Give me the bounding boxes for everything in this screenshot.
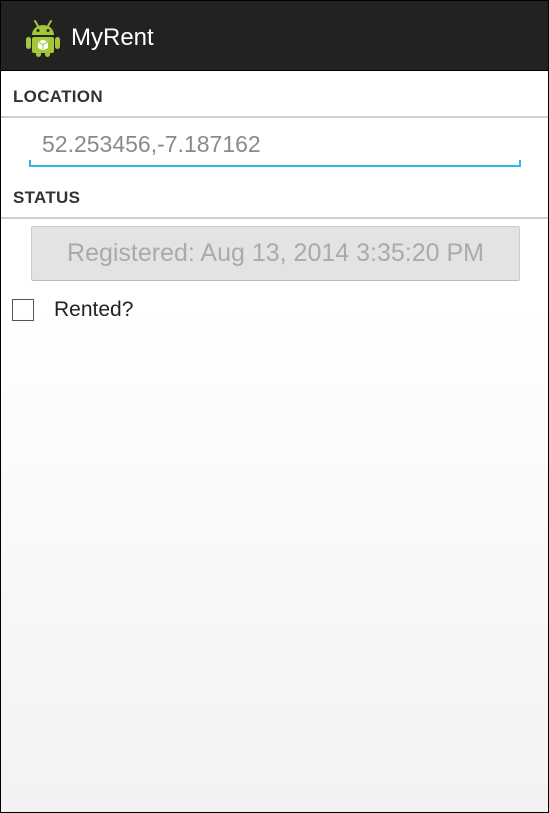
action-bar: MyRent [1, 1, 548, 71]
status-header-label: STATUS [13, 188, 81, 207]
input-underline-tick-right [519, 160, 521, 167]
location-section-header: LOCATION [1, 73, 548, 118]
location-header-label: LOCATION [13, 87, 103, 106]
app-title: MyRent [71, 24, 154, 51]
input-underline-tick-left [29, 160, 31, 167]
rented-checkbox-label: Rented? [54, 298, 134, 321]
location-input-value: 52.253456,-7.187162 [42, 131, 261, 157]
rented-checkbox[interactable] [12, 299, 34, 321]
app-screen: MyRent LOCATION 52.253456,-7.187162 STAT… [1, 1, 548, 812]
input-underline [29, 165, 521, 167]
registered-date-button[interactable]: Registered: Aug 13, 2014 3:35:20 PM [31, 226, 520, 281]
android-app-icon [26, 20, 60, 57]
location-input[interactable]: 52.253456,-7.187162 [29, 129, 521, 167]
status-section-header: STATUS [1, 174, 548, 219]
